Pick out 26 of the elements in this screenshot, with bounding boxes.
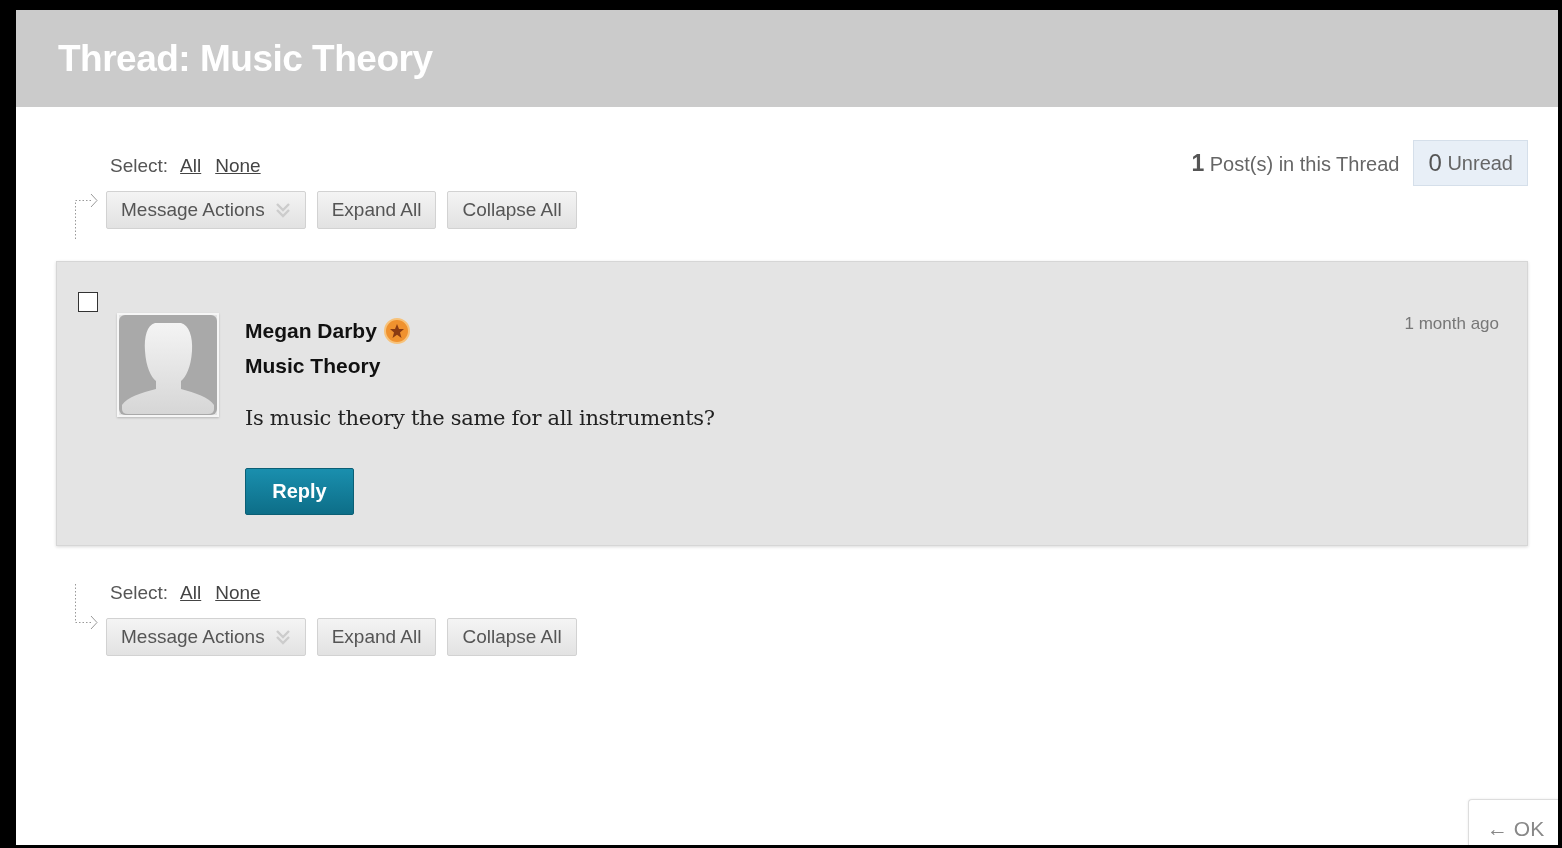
message-actions-dropdown[interactable]: Message Actions <box>106 618 306 656</box>
select-all-link[interactable]: All <box>180 155 202 177</box>
select-label: Select: <box>110 582 169 604</box>
double-chevron-icon <box>274 201 291 219</box>
select-none-link[interactable]: None <box>215 155 261 177</box>
post-time: 1 month ago <box>1404 314 1499 334</box>
unread-count-badge[interactable]: 0 Unread <box>1413 140 1528 186</box>
post-count-text: 1 Post(s) in this Thread <box>1191 149 1400 177</box>
double-chevron-icon <box>274 628 291 646</box>
post-text: Is music theory the same for all instruments? <box>245 406 716 430</box>
post-subject: Music Theory <box>245 354 382 378</box>
reply-button[interactable]: Reply <box>245 468 354 515</box>
message-actions-dropdown[interactable]: Message Actions <box>106 191 306 229</box>
post-checkbox[interactable] <box>78 292 98 312</box>
star-badge-icon <box>382 317 411 345</box>
toolbar-button[interactable]: Collapse All <box>447 191 577 229</box>
ok-button[interactable]: ← OK <box>1468 799 1558 845</box>
author-name[interactable]: Megan Darby <box>245 319 377 343</box>
select-none-link[interactable]: None <box>215 582 261 604</box>
select-label: Select: <box>110 155 169 177</box>
connector-arrow <box>72 193 100 241</box>
select-all-link[interactable]: All <box>180 582 202 604</box>
toolbar-button[interactable]: Expand All <box>316 191 437 229</box>
toolbar-button[interactable]: Collapse All <box>447 618 577 656</box>
toolbar-button[interactable]: Expand All <box>316 618 437 656</box>
connector-arrow <box>72 582 100 630</box>
